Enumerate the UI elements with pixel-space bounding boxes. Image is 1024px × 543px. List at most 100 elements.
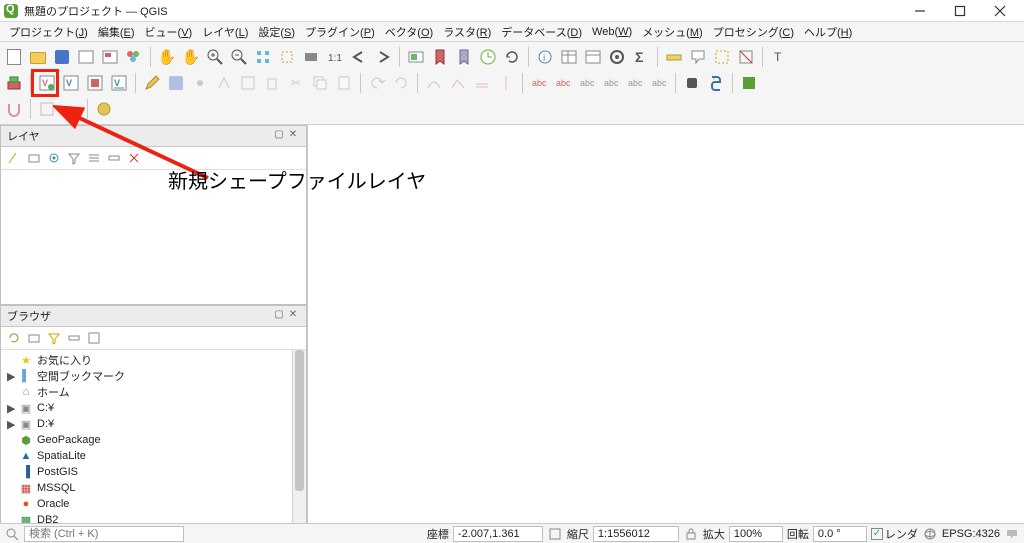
menu-ヘルプ[interactable]: ヘルプ(H) [799,24,857,40]
menu-プロジェクト[interactable]: プロジェクト(J) [4,24,93,40]
copy-features-button[interactable] [309,72,331,94]
digitize-curve-button[interactable] [423,72,445,94]
offset-curve-button[interactable] [471,72,493,94]
layer-style-icon[interactable] [5,149,23,167]
browser-item-PostGIS[interactable]: ▐PostGIS [3,464,304,480]
change-label-button[interactable]: abc [576,72,598,94]
show-labels-button[interactable]: abc [624,72,646,94]
measure-button[interactable] [663,46,685,68]
split-features-button[interactable] [495,72,517,94]
help-button[interactable] [738,72,760,94]
save-edits-button[interactable] [165,72,187,94]
vertex-tool-button[interactable] [213,72,235,94]
render-checkbox[interactable]: ✓ [871,528,883,540]
add-feature-button[interactable] [189,72,211,94]
rotate-label-button[interactable]: abc [552,72,574,94]
new-bookmark-button[interactable] [429,46,451,68]
select-features-button[interactable] [711,46,733,68]
modify-attributes-button[interactable] [237,72,259,94]
browser-item-空間ブックマーク[interactable]: ▶▌空間ブックマーク [3,368,304,384]
maximize-button[interactable] [940,0,980,22]
browser-item-MSSQL[interactable]: ▦MSSQL [3,480,304,496]
delete-selected-button[interactable] [261,72,283,94]
identify-button[interactable]: i [534,46,556,68]
menu-設定[interactable]: 設定(S) [253,24,300,40]
menu-プロセシング[interactable]: プロセシング(C) [708,24,799,40]
scale-lock-icon[interactable] [683,526,699,542]
statistical-summary-button[interactable]: Σ [630,46,652,68]
zoom-to-layer-button[interactable] [300,46,322,68]
zoom-next-button[interactable] [372,46,394,68]
menu-データベース[interactable]: データベース(D) [496,24,587,40]
paste-features-button[interactable] [333,72,355,94]
crs-icon[interactable] [922,526,938,542]
map-canvas[interactable]: 新規シェープファイルレイヤ [308,125,1024,526]
minimize-button[interactable] [900,0,940,22]
scale-value[interactable]: 1:1556012 [598,528,650,540]
processing-button[interactable] [93,98,115,120]
menu-ベクタ[interactable]: ベクタ(O) [380,24,438,40]
browser-panel-close-icon[interactable]: ✕ [286,309,300,323]
coord-toggle-icon[interactable] [547,526,563,542]
no-selection-button[interactable] [36,98,58,120]
add-group-icon[interactable] [25,149,43,167]
menu-プラグイン[interactable]: プラグイン(P) [300,24,380,40]
new-shapefile-layer-button[interactable]: V [36,72,58,94]
new-print-layout-button[interactable] [75,46,97,68]
zoom-last-button[interactable] [348,46,370,68]
snapping-button[interactable] [3,98,25,120]
browser-scrollbar[interactable] [292,350,306,526]
data-source-manager-button[interactable] [3,72,25,94]
browser-item-お気に入り[interactable]: ★お気に入り [3,352,304,368]
map-tips-button[interactable] [687,46,709,68]
layers-tree[interactable] [1,170,306,304]
coord-value[interactable]: -2.007,1.361 [458,528,520,540]
toggle-editing-button[interactable] [141,72,163,94]
move-label-button[interactable]: abc [528,72,550,94]
layers-panel-float-icon[interactable]: ▢ [272,129,286,143]
new-geopackage-layer-button[interactable] [84,72,106,94]
browser-filter-icon[interactable] [45,329,63,347]
locator-search-input[interactable] [29,527,171,541]
browser-item-C:¥[interactable]: ▶▣C:¥ [3,400,304,416]
zoom-to-selection-button[interactable] [276,46,298,68]
zoom-full-button[interactable] [252,46,274,68]
refresh-button[interactable] [501,46,523,68]
save-project-button[interactable] [51,46,73,68]
new-virtual-layer-button[interactable]: V [108,72,130,94]
expand-all-icon[interactable] [85,149,103,167]
browser-item-ホーム[interactable]: ⌂ホーム [3,384,304,400]
undo-button[interactable] [366,72,388,94]
python-console-button[interactable] [705,72,727,94]
crs-label[interactable]: EPSG:4326 [942,528,1000,540]
open-attr-table-button[interactable] [558,46,580,68]
new-project-button[interactable] [3,46,25,68]
menu-メッシュ[interactable]: メッシュ(M) [637,24,708,40]
browser-properties-icon[interactable] [85,329,103,347]
menu-ラスタ[interactable]: ラスタ(R) [438,24,496,40]
tracing-button[interactable] [60,98,82,120]
zoom-out-button[interactable] [228,46,250,68]
layers-panel-close-icon[interactable]: ✕ [286,129,300,143]
messages-icon[interactable] [1004,526,1020,542]
new-map-view-button[interactable] [405,46,427,68]
close-button[interactable] [980,0,1020,22]
plugin-manage-button[interactable] [681,72,703,94]
zoom-in-button[interactable] [204,46,226,68]
browser-add-icon[interactable] [25,329,43,347]
filter-legend-icon[interactable] [65,149,83,167]
browser-tree[interactable]: ★お気に入り▶▌空間ブックマーク⌂ホーム▶▣C:¥▶▣D:¥⬢GeoPackag… [1,350,306,526]
toolbox-button[interactable] [606,46,628,68]
menu-ビュー[interactable]: ビュー(V) [140,24,198,40]
redo-button[interactable] [390,72,412,94]
reshape-button[interactable] [447,72,469,94]
rotation-value[interactable]: 0.0 ° [818,528,841,540]
pin-labels-button[interactable]: abc [600,72,622,94]
browser-item-Oracle[interactable]: ●Oracle [3,496,304,512]
deselect-features-button[interactable] [735,46,757,68]
manage-visibility-icon[interactable] [45,149,63,167]
browser-item-SpatiaLite[interactable]: ▲SpatiaLite [3,448,304,464]
remove-layer-icon[interactable] [125,149,143,167]
layout-manager-button[interactable] [99,46,121,68]
pan-map-button[interactable]: ✋ [156,46,178,68]
